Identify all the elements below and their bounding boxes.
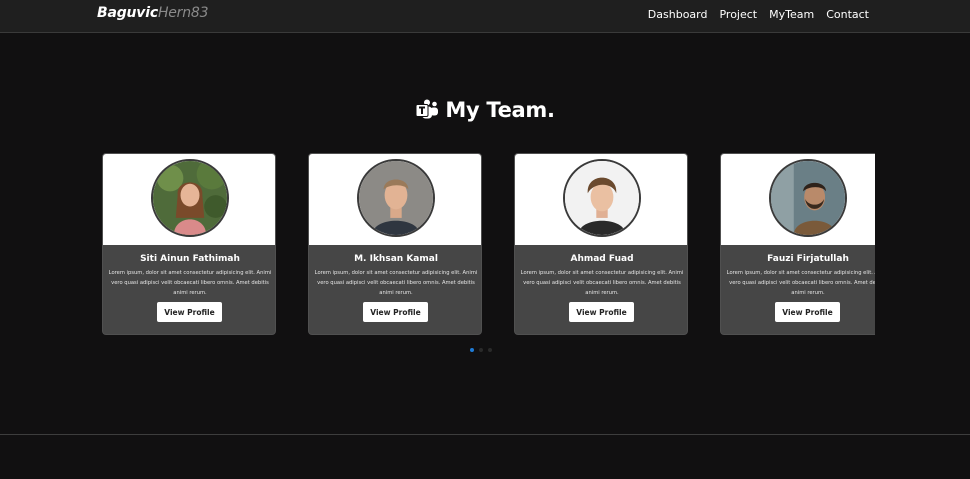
pagination-dot[interactable] (488, 348, 492, 352)
avatar (563, 159, 641, 237)
member-description: Lorem ipsum, dolor sit amet consectetur … (108, 270, 272, 296)
carousel-pagination (470, 348, 492, 352)
section-title: My Team. (445, 98, 555, 122)
nav-links: Dashboard Project MyTeam Contact (648, 8, 869, 21)
pagination-dot[interactable] (470, 348, 474, 352)
team-card: Fauzi Firjatullah Lorem ipsum, dolor sit… (720, 153, 875, 335)
member-name: Fauzi Firjatullah (767, 254, 849, 264)
team-card: Siti Ainun Fathimah Lorem ipsum, dolor s… (102, 153, 276, 335)
section-heading: My Team. (0, 98, 970, 122)
view-profile-button[interactable]: View Profile (157, 302, 222, 322)
avatar (357, 159, 435, 237)
brand-secondary: Hern83 (157, 5, 209, 21)
brand-primary: Baguvic (97, 5, 158, 21)
pagination-dot[interactable] (479, 348, 483, 352)
nav-link-contact[interactable]: Contact (826, 8, 869, 21)
navbar: BaguvicHern83 Dashboard Project MyTeam C… (0, 0, 970, 33)
view-profile-button[interactable]: View Profile (569, 302, 634, 322)
member-name: Ahmad Fuad (570, 254, 634, 264)
member-name: M. Ikhsan Kamal (354, 254, 438, 264)
nav-link-project[interactable]: Project (719, 8, 757, 21)
team-card: M. Ikhsan Kamal Lorem ipsum, dolor sit a… (308, 153, 482, 335)
nav-link-dashboard[interactable]: Dashboard (648, 8, 708, 21)
view-profile-button[interactable]: View Profile (363, 302, 428, 322)
brand-logo[interactable]: BaguvicHern83 (97, 5, 209, 21)
footer-divider (0, 434, 970, 435)
microsoft-teams-icon (415, 99, 439, 121)
team-card: Ahmad Fuad Lorem ipsum, dolor sit amet c… (514, 153, 688, 335)
nav-link-myteam[interactable]: MyTeam (769, 8, 814, 21)
member-description: Lorem ipsum, dolor sit amet consectetur … (520, 270, 684, 296)
avatar (151, 159, 229, 237)
avatar (769, 159, 847, 237)
member-name: Siti Ainun Fathimah (140, 254, 240, 264)
member-description: Lorem ipsum, dolor sit amet consectetur … (726, 270, 875, 296)
view-profile-button[interactable]: View Profile (775, 302, 840, 322)
member-description: Lorem ipsum, dolor sit amet consectetur … (314, 270, 478, 296)
team-carousel[interactable]: Siti Ainun Fathimah Lorem ipsum, dolor s… (102, 153, 875, 336)
